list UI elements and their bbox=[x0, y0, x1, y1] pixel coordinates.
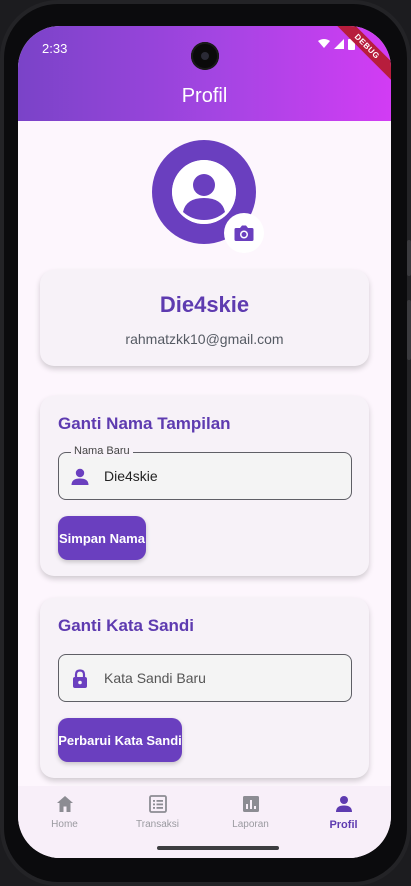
nav-item-transaksi[interactable]: Transaksi bbox=[111, 794, 204, 838]
person-icon bbox=[335, 796, 352, 812]
user-email: rahmatzkk10@gmail.com bbox=[125, 331, 284, 347]
page-title: Profil bbox=[181, 85, 228, 107]
new-password-placeholder: Kata Sandi Baru bbox=[104, 670, 206, 686]
save-name-button[interactable]: Simpan Nama bbox=[58, 516, 146, 560]
bottom-navigation: Home Transaksi Laporan Profil bbox=[18, 786, 391, 858]
camera-icon bbox=[234, 225, 254, 241]
nav-label-home: Home bbox=[51, 819, 78, 830]
new-name-field[interactable]: Nama Baru Die4skie bbox=[58, 445, 352, 500]
receipt-icon bbox=[148, 795, 167, 813]
new-password-field[interactable]: Kata Sandi Baru bbox=[58, 654, 352, 702]
app-screen: 2:33 DEBUG Profil Die4skie rahmatzkk10@g… bbox=[18, 26, 391, 858]
debug-banner: DEBUG bbox=[327, 26, 391, 87]
change-password-card: Ganti Kata Sandi Kata Sandi Baru Perbaru… bbox=[40, 598, 369, 778]
lock-icon bbox=[73, 669, 87, 688]
person-icon bbox=[71, 468, 89, 485]
new-name-label: Nama Baru bbox=[71, 445, 133, 457]
user-info-card: Die4skie rahmatzkk10@gmail.com bbox=[40, 270, 369, 366]
nav-item-home[interactable]: Home bbox=[18, 794, 111, 838]
change-name-title: Ganti Nama Tampilan bbox=[58, 414, 231, 433]
change-password-title: Ganti Kata Sandi bbox=[58, 616, 195, 635]
change-photo-button[interactable] bbox=[224, 213, 264, 253]
home-icon bbox=[56, 796, 73, 812]
front-camera bbox=[191, 42, 219, 70]
status-icons bbox=[318, 38, 355, 50]
app-bar: 2:33 DEBUG Profil bbox=[18, 26, 391, 121]
person-icon bbox=[172, 160, 236, 224]
change-name-card: Ganti Nama Tampilan Nama Baru Die4skie S… bbox=[40, 396, 369, 576]
signal-icon bbox=[334, 39, 344, 49]
nav-label-profil: Profil bbox=[329, 819, 358, 831]
chart-icon bbox=[242, 796, 259, 812]
nav-item-profil[interactable]: Profil bbox=[297, 794, 390, 838]
update-password-button[interactable]: Perbarui Kata Sandi bbox=[58, 718, 182, 762]
nav-label-laporan: Laporan bbox=[232, 819, 269, 830]
display-name: Die4skie bbox=[159, 292, 250, 317]
new-name-value: Die4skie bbox=[104, 468, 158, 484]
power-button bbox=[407, 300, 411, 360]
nav-label-transaksi: Transaksi bbox=[136, 819, 179, 830]
nav-item-laporan[interactable]: Laporan bbox=[204, 794, 297, 838]
wifi-icon bbox=[318, 39, 330, 48]
status-time: 2:33 bbox=[42, 41, 68, 56]
volume-button bbox=[407, 240, 411, 276]
home-indicator[interactable] bbox=[157, 846, 279, 850]
